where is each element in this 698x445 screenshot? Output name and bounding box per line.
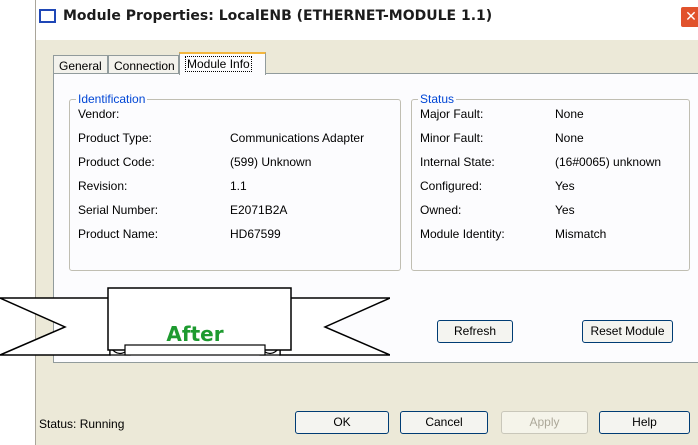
tab-module-info-label: Module Info	[185, 56, 252, 72]
status-group: Status Major Fault: None Minor Fault: No…	[411, 92, 690, 271]
window-title: Module Properties: LocalENB (ETHERNET-MO…	[63, 8, 493, 24]
ribbon-lower-band	[124, 344, 266, 356]
serial-number-value: E2071B2A	[230, 203, 288, 217]
product-name-value: HD67599	[230, 227, 281, 241]
product-type-value: Communications Adapter	[230, 131, 365, 145]
after-label: After	[166, 322, 224, 346]
configured-value: Yes	[555, 179, 575, 193]
owned-value: Yes	[555, 203, 575, 217]
minor-fault-label: Minor Fault:	[420, 131, 484, 145]
product-code-value: (599) Unknown	[230, 155, 312, 169]
status-text: Status: Running	[39, 417, 125, 431]
tab-general-label: General	[59, 59, 102, 73]
tab-connection[interactable]: Connection	[108, 55, 179, 74]
vendor-label: Vendor:	[78, 107, 120, 121]
identification-title: Identification	[76, 92, 148, 106]
apply-button[interactable]: Apply	[501, 411, 588, 434]
revision-label: Revision:	[78, 179, 128, 193]
status-title: Status	[418, 92, 457, 106]
minor-fault-value: None	[555, 131, 584, 145]
refresh-button[interactable]: Refresh	[437, 320, 513, 343]
internal-state-value: (16#0065) unknown	[555, 155, 662, 169]
tab-connection-label: Connection	[114, 59, 175, 73]
tab-general[interactable]: General	[53, 55, 108, 74]
revision-value: 1.1	[230, 179, 247, 193]
internal-state-label: Internal State:	[420, 155, 495, 169]
product-name-label: Product Name:	[78, 227, 159, 241]
configured-label: Configured:	[420, 179, 483, 193]
reset-module-button[interactable]: Reset Module	[582, 320, 673, 343]
major-fault-label: Major Fault:	[420, 107, 484, 121]
major-fault-value: None	[555, 107, 584, 121]
close-icon[interactable]: ✕	[680, 6, 698, 28]
ribbon-left-tail	[0, 297, 111, 356]
ribbon-right-tail	[279, 297, 390, 356]
module-identity-label: Module Identity:	[420, 227, 505, 241]
cancel-button[interactable]: Cancel	[400, 411, 488, 434]
owned-label: Owned:	[420, 203, 462, 217]
window-icon	[39, 9, 56, 23]
tab-module-info[interactable]: Module Info	[179, 52, 266, 75]
title-bar: Module Properties: LocalENB (ETHERNET-MO…	[36, 0, 698, 40]
help-button[interactable]: Help	[599, 411, 690, 434]
ok-button[interactable]: OK	[295, 411, 389, 434]
product-type-label: Product Type:	[78, 131, 152, 145]
product-code-label: Product Code:	[78, 155, 155, 169]
identification-group: Identification Vendor: Product Type: Com…	[69, 92, 401, 271]
module-identity-value: Mismatch	[555, 227, 607, 241]
serial-number-label: Serial Number:	[78, 203, 159, 217]
module-properties-dialog: Module Properties: LocalENB (ETHERNET-MO…	[35, 0, 698, 445]
